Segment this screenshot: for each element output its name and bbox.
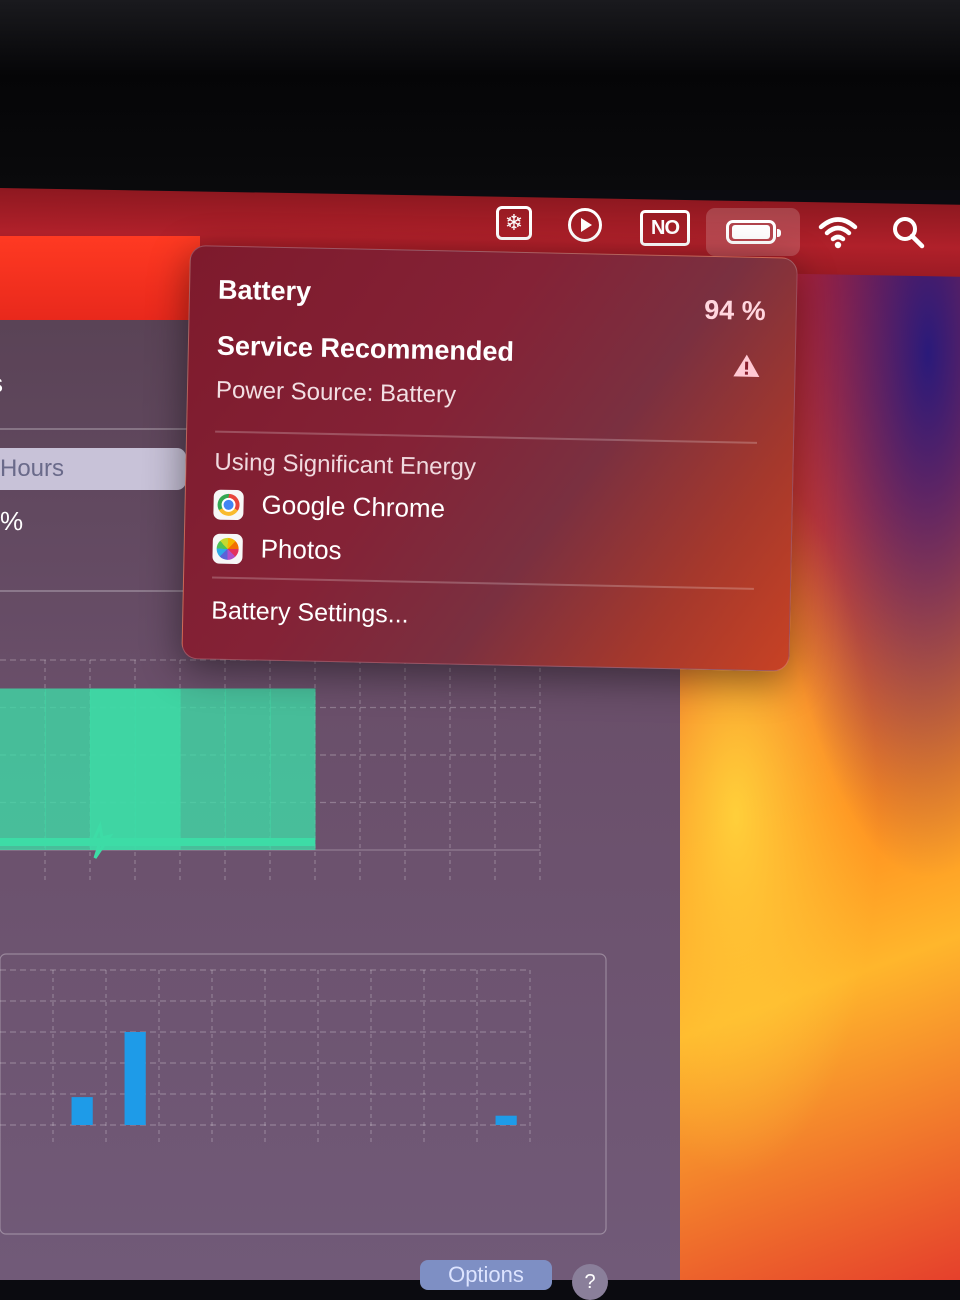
energy-usage-bar — [124, 1032, 146, 1125]
window-divider — [0, 590, 188, 592]
battery-menu: Battery 94 % Service Recommended Power S… — [181, 245, 798, 672]
battery-level-bar — [180, 688, 226, 850]
battery-icon[interactable] — [726, 220, 781, 244]
app-item-photos[interactable]: Photos — [212, 533, 342, 567]
battery-level-area — [0, 688, 316, 850]
energy-usage-bar — [495, 1115, 517, 1125]
power-source: Power Source: Battery — [215, 376, 457, 409]
battery-condition: Service Recommended — [216, 330, 515, 367]
energy-usage-bars — [71, 1032, 517, 1125]
battery-level-bar — [90, 688, 136, 850]
chrome-icon — [213, 489, 244, 520]
wifi-icon[interactable] — [818, 214, 858, 250]
no-badge-icon[interactable]: NO — [640, 210, 690, 246]
options-button[interactable]: Options — [420, 1260, 552, 1290]
battery-level-chart — [0, 659, 541, 880]
window-toolbar — [0, 236, 200, 322]
app-name: Google Chrome — [261, 489, 446, 524]
energy-heading: Using Significant Energy — [214, 448, 477, 482]
battery-settings-link[interactable]: Battery Settings... — [211, 597, 409, 630]
help-button[interactable]: ? — [572, 1264, 608, 1300]
energy-usage-chart — [0, 953, 607, 1235]
battery-percent: 94 % — [703, 294, 767, 327]
app-item-google-chrome[interactable]: Google Chrome — [213, 489, 445, 525]
battery-fill — [732, 225, 770, 239]
battery-level-bar — [135, 688, 181, 850]
window-label-fragment: s — [0, 368, 3, 399]
battery-level-bar — [0, 688, 46, 850]
window-divider — [0, 428, 188, 430]
battery-level-fragment: % — [0, 506, 24, 536]
chart-grid — [0, 953, 607, 1235]
app-name: Photos — [260, 533, 342, 566]
photos-icon — [212, 533, 243, 564]
battery-level-bar — [45, 688, 91, 850]
play-circle-icon[interactable] — [568, 208, 602, 242]
menu-separator — [215, 430, 758, 444]
warning-icon — [733, 354, 760, 377]
battery-level-bar — [225, 688, 271, 850]
battery-level-bar — [270, 688, 316, 850]
last-hours-segment[interactable]: Hours — [0, 448, 186, 490]
energy-usage-bar — [71, 1097, 93, 1125]
snowflake-icon[interactable]: ❄ — [496, 206, 532, 240]
screen-bezel — [0, 0, 960, 190]
menu-separator — [212, 576, 754, 590]
battery-menu-title: Battery — [217, 274, 312, 307]
search-icon[interactable] — [890, 214, 926, 250]
